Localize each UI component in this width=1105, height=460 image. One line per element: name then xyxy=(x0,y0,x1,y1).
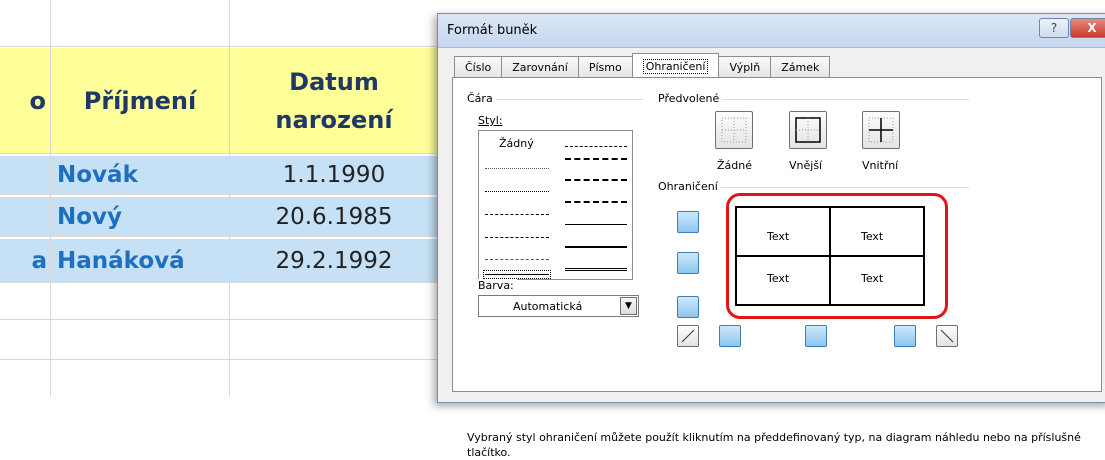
preset-inside-button[interactable] xyxy=(862,111,900,149)
line-style-list[interactable]: Žádný xyxy=(478,130,633,280)
line-style-option xyxy=(485,274,549,275)
tab-fill[interactable]: Výplň xyxy=(718,56,772,77)
line-style-option[interactable] xyxy=(565,201,627,203)
cell-prefix[interactable] xyxy=(0,197,50,236)
border-middle-horizontal-button[interactable] xyxy=(677,252,699,274)
line-style-option[interactable] xyxy=(565,146,627,147)
tab-border[interactable]: Ohraničení xyxy=(631,53,720,77)
cell-prefix[interactable]: a xyxy=(0,239,50,282)
header-row: o Příjmení Datum narození xyxy=(0,48,450,154)
preset-none-label: Žádné xyxy=(717,159,752,172)
hint-text: Vybraný styl ohraničení můžete použít kl… xyxy=(467,431,1081,459)
highlight-annotation xyxy=(726,193,948,319)
line-style-option[interactable] xyxy=(485,168,549,169)
diagonal-down-icon xyxy=(940,329,954,343)
border-bottom-button[interactable] xyxy=(677,296,699,318)
border-inside-icon xyxy=(868,117,894,143)
cell-birthdate[interactable]: 1.1.1990 xyxy=(230,156,438,194)
color-label: Barva: xyxy=(478,279,517,292)
border-tab-panel: Čára Styl: Žádný Barva: Automatická ▼ Př… xyxy=(452,77,1102,459)
header-cell-surname[interactable]: Příjmení xyxy=(51,48,229,153)
style-label: Styl: xyxy=(478,114,506,127)
help-button[interactable]: ? xyxy=(1039,18,1069,38)
header-cell-birthdate[interactable]: Datum narození xyxy=(230,48,438,153)
dropdown-arrow-icon[interactable]: ▼ xyxy=(620,297,637,315)
line-style-none[interactable]: Žádný xyxy=(499,137,534,150)
preset-none-button[interactable] xyxy=(715,111,753,149)
table-row: Nový 20.6.1985 xyxy=(0,196,450,237)
border-diagonal-down-button[interactable] xyxy=(936,325,958,347)
cell-prefix[interactable] xyxy=(0,156,50,194)
table-row: Novák 1.1.1990 xyxy=(0,155,450,195)
preset-outline-label: Vnější xyxy=(789,159,823,172)
line-style-option[interactable] xyxy=(485,259,549,260)
line-style-option[interactable] xyxy=(565,158,627,160)
column-gridline xyxy=(50,0,51,396)
border-group-label: Ohraničení xyxy=(658,180,721,193)
border-middle-vertical-button[interactable] xyxy=(805,325,827,347)
line-style-option[interactable] xyxy=(565,246,627,248)
border-outline-icon xyxy=(795,117,821,143)
empty-row xyxy=(0,320,450,360)
border-diagonal-up-button[interactable] xyxy=(677,325,699,347)
line-style-option[interactable] xyxy=(485,191,549,192)
border-top-button[interactable] xyxy=(677,211,699,233)
format-cells-dialog: Formát buněk ? X Číslo Zarovnání Písmo O… xyxy=(437,13,1105,459)
cell-surname[interactable]: Hanáková xyxy=(51,239,229,282)
border-left-button[interactable] xyxy=(719,325,741,347)
border-none-icon xyxy=(721,117,747,143)
line-group-label: Čára xyxy=(467,92,496,105)
empty-row xyxy=(0,283,450,320)
tab-strip: Číslo Zarovnání Písmo Ohraničení Výplň Z… xyxy=(454,53,831,78)
border-right-button[interactable] xyxy=(894,325,916,347)
empty-row xyxy=(0,0,450,47)
line-style-option[interactable] xyxy=(565,224,627,225)
line-style-option[interactable] xyxy=(565,179,627,181)
title-bar[interactable]: Formát buněk ? X xyxy=(438,14,1105,48)
color-select[interactable]: Automatická ▼ xyxy=(478,295,639,317)
close-button[interactable]: X xyxy=(1070,18,1105,38)
tab-border-label: Ohraničení xyxy=(642,59,709,74)
cell-birthdate[interactable]: 20.6.1985 xyxy=(230,197,438,236)
presets-group-label: Předvolené xyxy=(658,92,723,105)
color-select-value: Automatická xyxy=(513,299,583,313)
tab-alignment[interactable]: Zarovnání xyxy=(501,56,579,77)
cell-birthdate[interactable]: 29.2.1992 xyxy=(230,239,438,282)
cell-surname[interactable]: Novák xyxy=(51,156,229,194)
cell-surname[interactable]: Nový xyxy=(51,197,229,236)
dialog-title: Formát buněk xyxy=(447,23,538,38)
line-style-option[interactable] xyxy=(485,214,549,215)
diagonal-up-icon xyxy=(681,329,695,343)
spreadsheet: o Příjmení Datum narození Novák 1.1.1990… xyxy=(0,0,450,396)
line-style-option[interactable] xyxy=(565,268,627,271)
header-cell-partial[interactable]: o xyxy=(0,48,50,153)
preset-inside-label: Vnitřní xyxy=(862,159,899,172)
table-row: a Hanáková 29.2.1992 xyxy=(0,238,450,283)
tab-protection[interactable]: Zámek xyxy=(770,56,831,77)
preset-outline-button[interactable] xyxy=(789,111,827,149)
tab-font[interactable]: Písmo xyxy=(577,56,633,77)
line-style-option[interactable] xyxy=(485,237,549,238)
tab-number[interactable]: Číslo xyxy=(454,56,503,77)
column-gridline xyxy=(229,0,230,396)
